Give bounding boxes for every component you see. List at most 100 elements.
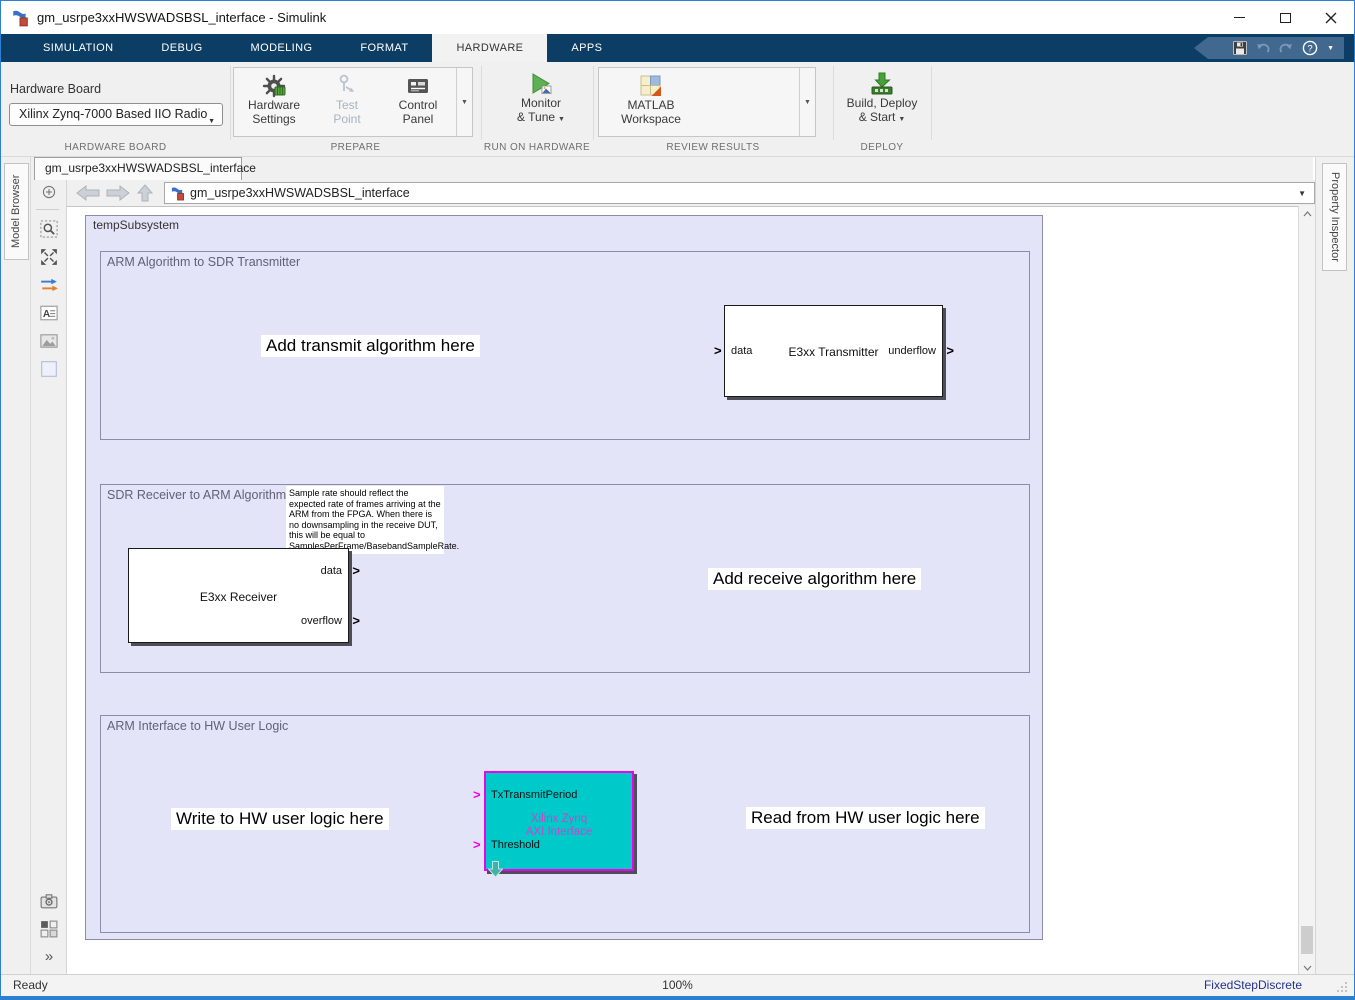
test-point-button[interactable]: Test Point bbox=[314, 68, 380, 136]
tab-debug[interactable]: DEBUG bbox=[137, 34, 226, 62]
save-icon[interactable] bbox=[1233, 41, 1247, 55]
matlab-workspace-icon bbox=[640, 75, 661, 96]
redo-icon[interactable] bbox=[1279, 41, 1293, 55]
right-panel-strip: Property Inspector bbox=[1315, 157, 1354, 974]
quick-access-caret-icon[interactable]: ▼ bbox=[1327, 45, 1334, 52]
control-panel-button[interactable]: Control Panel bbox=[380, 68, 456, 136]
matlab-workspace-button[interactable]: MATLAB Workspace bbox=[599, 68, 703, 136]
output-port-icon[interactable]: > bbox=[946, 344, 954, 357]
note-read-hw[interactable]: Read from HW user logic here bbox=[746, 807, 985, 829]
tab-apps[interactable]: APPS bbox=[547, 34, 626, 62]
property-inspector-tab[interactable]: Property Inspector bbox=[1322, 163, 1347, 271]
help-icon[interactable]: ? bbox=[1302, 40, 1318, 56]
port-label-underflow: underflow bbox=[888, 345, 936, 357]
camera-icon[interactable] bbox=[40, 892, 58, 910]
document-tab-bar: gm_usrpe3xxHWSWADSBSL_interface bbox=[31, 157, 1313, 180]
e3xx-transmitter-block[interactable]: E3xx Transmitter data underflow > > bbox=[714, 305, 954, 397]
simulink-window: gm_usrpe3xxHWSWADSBSL_interface - Simuli… bbox=[0, 0, 1355, 1000]
resize-grip-icon[interactable] bbox=[1336, 981, 1348, 993]
image-icon[interactable] bbox=[40, 332, 58, 350]
input-port-icon[interactable]: > bbox=[714, 344, 722, 357]
undo-icon[interactable] bbox=[1256, 41, 1270, 55]
port-label-txtransmitperiod: TxTransmitPeriod bbox=[491, 789, 578, 801]
breadcrumb-bar: gm_usrpe3xxHWSWADSBSL_interface ▼ bbox=[31, 180, 1315, 206]
status-solver[interactable]: FixedStepDiscrete bbox=[1204, 978, 1302, 992]
tab-format[interactable]: FORMAT bbox=[336, 34, 432, 62]
chevron-down-icon: ▼ bbox=[558, 115, 565, 123]
chevron-down-icon: ▼ bbox=[208, 118, 215, 125]
output-port-icon[interactable]: > bbox=[352, 614, 360, 627]
tab-hardware[interactable]: HARDWARE bbox=[432, 34, 548, 62]
chevron-down-icon bbox=[1303, 965, 1311, 971]
window-controls bbox=[1216, 1, 1354, 34]
prepare-gallery-caret[interactable]: ▼ bbox=[456, 68, 472, 136]
monitor-tune-button[interactable]: Monitor & Tune ▼ bbox=[499, 66, 583, 126]
area-box-icon[interactable] bbox=[40, 360, 58, 378]
xilinx-zynq-axi-interface-block[interactable]: Xilinx Zynq AXI Interface TxTransmitPeri… bbox=[473, 771, 634, 878]
tab-modeling[interactable]: MODELING bbox=[227, 34, 337, 62]
zoom-region-icon[interactable] bbox=[40, 220, 58, 238]
port-label-overflow: overflow bbox=[301, 615, 342, 627]
port-label-threshold: Threshold bbox=[491, 839, 540, 851]
hardware-settings-button[interactable]: Hardware Settings bbox=[234, 68, 314, 136]
signal-routing-icon[interactable] bbox=[40, 276, 58, 294]
scrollbar-thumb[interactable] bbox=[1301, 926, 1313, 954]
subsystem-icon[interactable] bbox=[40, 920, 58, 938]
hardware-board-dropdown[interactable]: Xilinx Zynq-7000 Based IIO Radio ▼ bbox=[9, 103, 223, 126]
note-write-hw[interactable]: Write to HW user logic here bbox=[171, 808, 389, 830]
build-deploy-icon bbox=[871, 72, 893, 95]
palette-separator bbox=[36, 209, 59, 210]
svg-text:A: A bbox=[43, 309, 51, 320]
port-label-data: data bbox=[320, 565, 342, 577]
area-title: ARM Interface to HW User Logic bbox=[107, 719, 289, 733]
forward-icon[interactable] bbox=[105, 184, 131, 202]
model-browser-tab[interactable]: Model Browser bbox=[4, 163, 29, 260]
title-bar: gm_usrpe3xxHWSWADSBSL_interface - Simuli… bbox=[1, 1, 1354, 34]
section-separator bbox=[833, 66, 834, 140]
window-title: gm_usrpe3xxHWSWADSBSL_interface - Simuli… bbox=[37, 10, 327, 25]
simulink-file-icon bbox=[171, 186, 184, 200]
canvas-vertical-scrollbar[interactable] bbox=[1298, 206, 1315, 976]
e3xx-receiver-block[interactable]: E3xx Receiver data overflow > > bbox=[128, 548, 360, 643]
up-icon[interactable] bbox=[135, 184, 155, 202]
maximize-button[interactable] bbox=[1262, 1, 1308, 34]
scroll-up-button[interactable] bbox=[1299, 206, 1315, 222]
sample-rate-annotation[interactable]: Sample rate should reflect the expected … bbox=[286, 486, 459, 554]
axi-block-label: Xilinx Zynq AXI Interface bbox=[525, 813, 593, 838]
model-tab[interactable]: gm_usrpe3xxHWSWADSBSL_interface bbox=[34, 157, 256, 180]
annotation-icon[interactable]: A bbox=[40, 304, 58, 322]
tab-simulation[interactable]: SIMULATION bbox=[19, 34, 137, 62]
minimize-button[interactable] bbox=[1216, 1, 1262, 34]
show-explorer-icon[interactable] bbox=[41, 184, 57, 200]
hardware-toolstrip: Hardware Board Xilinx Zynq-7000 Based II… bbox=[1, 62, 1354, 157]
monitor-tune-play-icon bbox=[532, 73, 552, 94]
canvas-palette: A » bbox=[31, 180, 67, 974]
output-port-icon[interactable]: > bbox=[352, 564, 360, 577]
section-separator bbox=[481, 66, 482, 140]
back-icon[interactable] bbox=[75, 184, 101, 202]
ribbon-tab-bar: SIMULATION DEBUG MODELING FORMAT HARDWAR… bbox=[1, 34, 1354, 62]
svg-text:?: ? bbox=[1307, 43, 1312, 54]
double-chevron-icon[interactable]: » bbox=[40, 948, 58, 966]
review-results-gallery-caret[interactable]: ▼ bbox=[799, 68, 815, 136]
note-transmit[interactable]: Add transmit algorithm here bbox=[261, 335, 480, 357]
note-receive[interactable]: Add receive algorithm here bbox=[708, 568, 922, 590]
input-port-icon[interactable]: > bbox=[473, 838, 481, 851]
chevron-down-icon: ▼ bbox=[898, 115, 906, 123]
hardware-board-value: Xilinx Zynq-7000 Based IIO Radio bbox=[19, 107, 208, 121]
test-point-icon bbox=[339, 74, 354, 92]
left-panel-strip: Model Browser bbox=[1, 157, 31, 974]
input-port-icon[interactable]: > bbox=[473, 788, 481, 801]
model-canvas: tempSubsystem ARM Algorithm to SDR Trans… bbox=[67, 206, 1298, 976]
review-results-gallery: MATLAB Workspace ▼ bbox=[598, 67, 816, 137]
section-label-hardware-board: HARDWARE BOARD bbox=[64, 142, 167, 153]
hardware-board-label: Hardware Board bbox=[10, 82, 102, 96]
breadcrumb-caret-icon[interactable]: ▼ bbox=[1298, 189, 1306, 198]
fit-to-view-icon[interactable] bbox=[40, 248, 58, 266]
close-button[interactable] bbox=[1308, 1, 1354, 34]
build-deploy-start-button[interactable]: Build, Deploy & Start ▼ bbox=[837, 66, 927, 126]
simulink-logo-icon bbox=[13, 10, 28, 26]
section-label-review-results: REVIEW RESULTS bbox=[666, 142, 760, 153]
status-ready: Ready bbox=[13, 978, 48, 992]
breadcrumb[interactable]: gm_usrpe3xxHWSWADSBSL_interface ▼ bbox=[164, 182, 1315, 204]
